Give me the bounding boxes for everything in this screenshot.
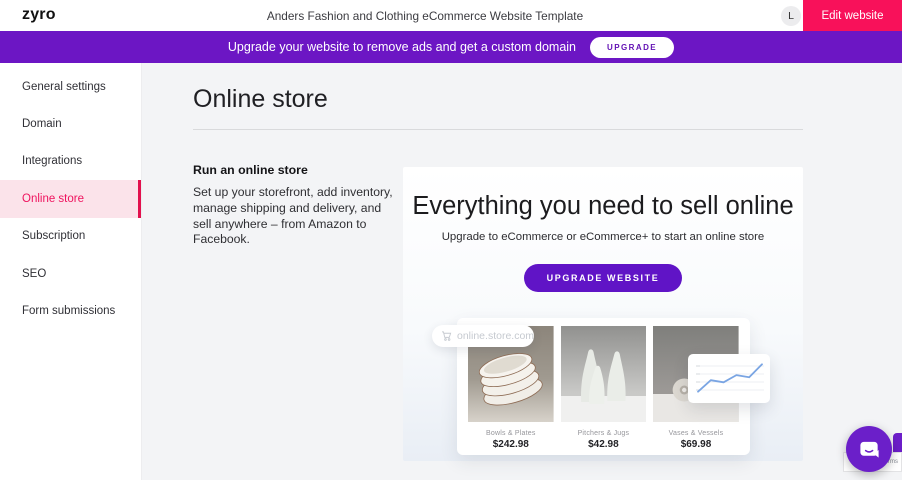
- title-divider: [193, 129, 803, 130]
- sidebar-item-integrations[interactable]: Integrations: [0, 143, 141, 180]
- zyro-dashboard: zyro Anders Fashion and Clothing eCommer…: [0, 0, 902, 480]
- product-pitchers: Pitchers & Jugs $42.98: [561, 326, 647, 450]
- product-name: Bowls & Plates: [468, 430, 554, 437]
- settings-sidebar: General settings Domain Integrations Onl…: [0, 63, 142, 480]
- mini-line-chart: [688, 354, 770, 403]
- product-name: Pitchers & Jugs: [561, 430, 647, 437]
- product-image-pitchers: [561, 326, 647, 422]
- page-title: Online store: [193, 85, 328, 114]
- chat-icon: [858, 438, 881, 461]
- section-description: Run an online store Set up your storefro…: [193, 163, 399, 248]
- section-heading: Run an online store: [193, 163, 399, 177]
- upgrade-banner-button[interactable]: UPGRADE: [590, 37, 674, 58]
- sidebar-item-form-submissions[interactable]: Form submissions: [0, 292, 141, 329]
- product-price: $242.98: [468, 439, 554, 450]
- ecommerce-upsell-panel: Everything you need to sell online Upgra…: [403, 167, 803, 461]
- top-header: zyro Anders Fashion and Clothing eCommer…: [0, 0, 902, 31]
- upsell-subheading: Upgrade to eCommerce or eCommerce+ to st…: [403, 231, 803, 243]
- upgrade-website-button[interactable]: UPGRADE WEBSITE: [524, 264, 683, 292]
- upsell-heading: Everything you need to sell online: [403, 192, 803, 221]
- main-content: Online store Run an online store Set up …: [142, 63, 902, 480]
- product-price: $42.98: [561, 439, 647, 450]
- account-avatar[interactable]: L: [781, 6, 801, 26]
- cart-icon: [441, 330, 452, 342]
- sidebar-item-seo[interactable]: SEO: [0, 255, 141, 292]
- sidebar-item-online-store[interactable]: Online store: [0, 180, 141, 217]
- chat-launcher-button[interactable]: [846, 426, 892, 472]
- chart-line: [698, 364, 762, 391]
- sidebar-item-general-settings[interactable]: General settings: [0, 68, 141, 105]
- section-text: Set up your storefront, add inventory, m…: [193, 185, 399, 248]
- site-template-title: Anders Fashion and Clothing eCommerce We…: [0, 0, 850, 31]
- sidebar-item-domain[interactable]: Domain: [0, 105, 141, 142]
- store-url-pill: online.store.com: [432, 325, 534, 347]
- upgrade-banner: Upgrade your website to remove ads and g…: [0, 31, 902, 63]
- upgrade-banner-message: Upgrade your website to remove ads and g…: [228, 40, 576, 54]
- store-url-text: online.store.com: [457, 330, 534, 342]
- product-name: Vases & Vessels: [653, 430, 739, 437]
- edit-website-button[interactable]: Edit website: [803, 0, 902, 31]
- product-price: $69.98: [653, 439, 739, 450]
- sidebar-item-subscription[interactable]: Subscription: [0, 218, 141, 255]
